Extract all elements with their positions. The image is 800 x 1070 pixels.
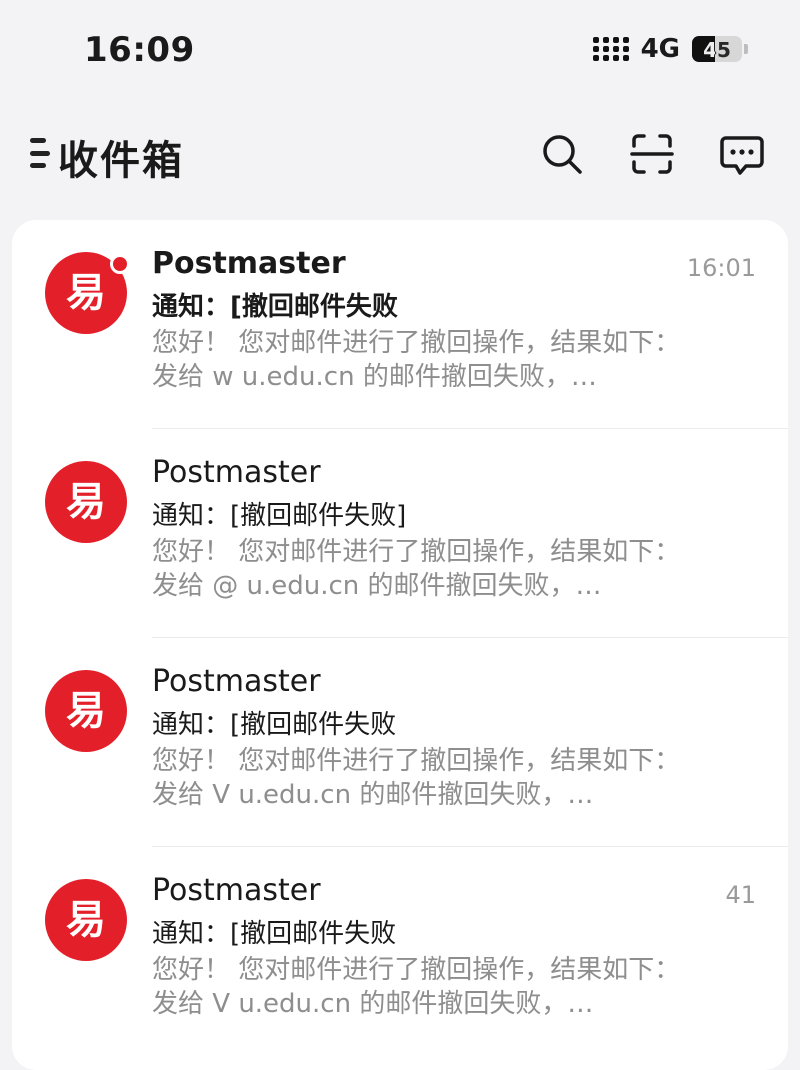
sender-avatar: 易: [45, 670, 127, 752]
svg-text:易: 易: [66, 270, 106, 316]
mail-subject: 通知：[撤回邮件失败: [152, 919, 397, 949]
status-indicators: 4G 45: [592, 34, 748, 64]
battery-icon: 45: [692, 36, 748, 62]
netease-mail-logo: 易: [66, 479, 106, 525]
mail-preview-line: 您好！ 您对邮件进行了撤回操作，结果如下：: [152, 746, 681, 776]
netease-mail-logo: 易: [66, 897, 106, 943]
chat-icon: [720, 136, 764, 175]
menu-icon[interactable]: [30, 138, 50, 168]
battery-level: 45: [703, 38, 731, 62]
svg-text:易: 易: [66, 688, 106, 734]
page-title: 收件箱: [58, 138, 184, 184]
app-header: 收件箱: [0, 110, 800, 200]
mail-subject: 通知：[撤回邮件失败: [152, 710, 397, 740]
svg-text:易: 易: [66, 897, 106, 943]
mail-list: 易 Postmaster 16:01 通知：[撤回邮件失败 您好！ 您对邮件进行…: [12, 220, 788, 1070]
mail-preview-line: 您好！ 您对邮件进行了撤回操作，结果如下：: [152, 328, 681, 358]
mail-time: 41: [725, 881, 756, 909]
mail-subject: 通知：[撤回邮件失败]: [152, 501, 407, 531]
network-type: 4G: [640, 34, 680, 64]
sender-avatar: 易: [45, 879, 127, 961]
mail-item[interactable]: 易 Postmaster 通知：[撤回邮件失败 您好！ 您对邮件进行了撤回操作，…: [12, 638, 788, 847]
sender-avatar: 易: [45, 461, 127, 543]
mail-item[interactable]: 易 Postmaster 通知：[撤回邮件失败] 您好！ 您对邮件进行了撤回操作…: [12, 429, 788, 638]
mail-preview-line: 发给 V u.edu.cn 的邮件撤回失败，…: [152, 780, 594, 810]
mail-item[interactable]: 易 Postmaster 16:01 通知：[撤回邮件失败 您好！ 您对邮件进行…: [12, 220, 788, 429]
search-button[interactable]: [538, 130, 586, 178]
mail-sender: Postmaster: [152, 664, 321, 699]
status-bar: 16:09 4G 45: [0, 0, 800, 100]
mail-preview: 您好！ 您对邮件进行了撤回操作，结果如下： 发给 w u.edu.cn 的邮件撤…: [152, 326, 742, 394]
mail-subject: 通知：[撤回邮件失败: [152, 292, 398, 322]
unread-dot: [110, 254, 130, 274]
signal-icon: [592, 37, 629, 61]
mail-preview-line: 您好！ 您对邮件进行了撤回操作，结果如下：: [152, 955, 681, 985]
mail-item[interactable]: 易 Postmaster 41 通知：[撤回邮件失败 您好！ 您对邮件进行了撤回…: [12, 847, 788, 1056]
mail-preview-line: 发给 @ u.edu.cn 的邮件撤回失败，…: [152, 571, 602, 601]
mail-preview: 您好！ 您对邮件进行了撤回操作，结果如下： 发给 V u.edu.cn 的邮件撤…: [152, 744, 742, 812]
mail-preview-line: 您好！ 您对邮件进行了撤回操作，结果如下：: [152, 537, 681, 567]
status-time: 16:09: [84, 30, 195, 70]
netease-mail-logo: 易: [66, 688, 106, 734]
mail-time: 16:01: [686, 254, 756, 282]
mail-sender: Postmaster: [152, 246, 346, 281]
chat-button[interactable]: [718, 130, 766, 178]
svg-text:易: 易: [66, 479, 106, 525]
scan-button[interactable]: [628, 130, 676, 178]
mail-preview-line: 发给 V u.edu.cn 的邮件撤回失败，…: [152, 989, 594, 1019]
mail-preview-line: 发给 w u.edu.cn 的邮件撤回失败，…: [152, 362, 597, 392]
search-icon: [543, 135, 582, 174]
mail-sender: Postmaster: [152, 873, 321, 908]
mail-preview: 您好！ 您对邮件进行了撤回操作，结果如下： 发给 V u.edu.cn 的邮件撤…: [152, 953, 742, 1021]
scan-icon: [630, 134, 674, 174]
mail-sender: Postmaster: [152, 455, 321, 490]
mail-preview: 您好！ 您对邮件进行了撤回操作，结果如下： 发给 @ u.edu.cn 的邮件撤…: [152, 535, 742, 603]
